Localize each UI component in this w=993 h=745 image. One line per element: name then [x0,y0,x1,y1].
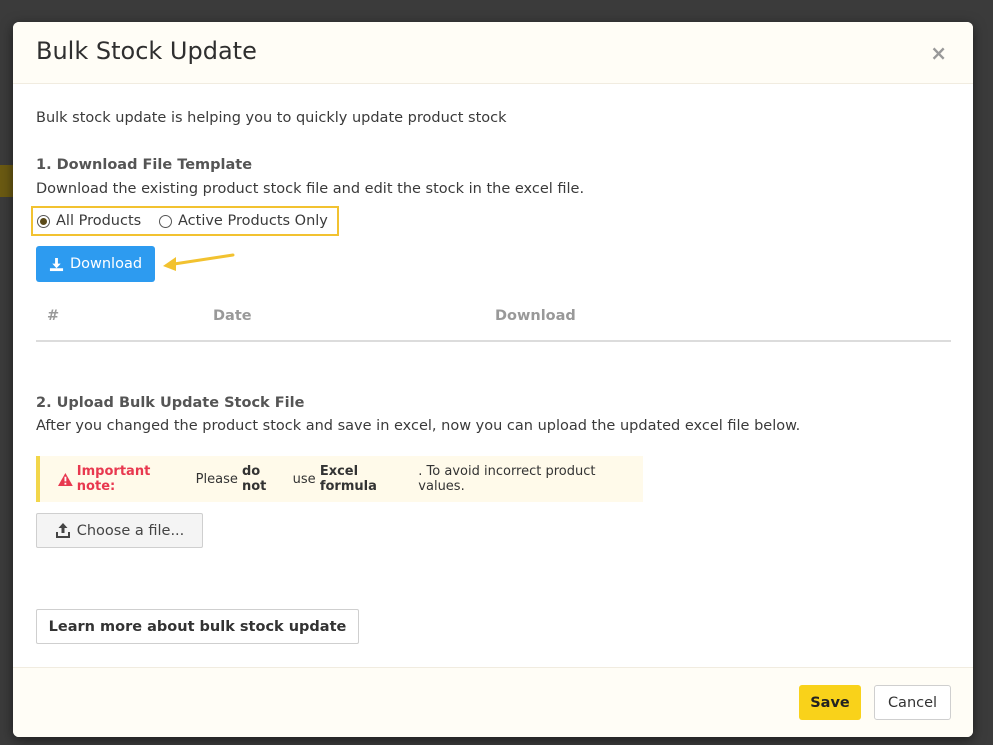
arrow-annotation [163,253,235,271]
radio-button-checked[interactable] [37,214,50,228]
modal-header: Bulk Stock Update × [13,22,973,84]
note-bold-2: Excel formula [319,464,377,494]
intro-text: Bulk stock update is helping you to quic… [36,110,507,126]
column-header-download: Download [495,308,576,324]
close-button[interactable]: × [930,41,947,65]
download-icon [49,257,64,271]
radio-button-unchecked[interactable] [159,214,172,228]
step2-description: After you changed the product stock and … [36,418,801,434]
radio-active-products-label: Active Products Only [178,213,328,229]
important-note: Important note: Please do not use Excel … [36,456,643,502]
warning-icon [58,472,73,486]
download-button-label: Download [69,256,143,272]
product-scope-radio-group: All Products Active Products Only [31,206,339,236]
choose-file-button[interactable]: Choose a file... [36,513,203,548]
note-text-1: Please [195,471,238,487]
column-header-date: Date [213,308,252,324]
note-label: Important note: [76,464,151,494]
backdrop-strip [0,165,13,197]
modal-title: Bulk Stock Update [36,37,257,65]
step2-title: 2. Upload Bulk Update Stock File [36,395,305,411]
note-bold-1: do not [242,464,267,494]
radio-all-products[interactable]: All Products [37,213,141,229]
upload-icon [55,522,70,538]
learn-more-button[interactable]: Learn more about bulk stock update [36,609,359,644]
downloads-table-header: # Date Download [36,300,951,342]
bulk-stock-update-modal: Bulk Stock Update × Bulk stock update is… [13,22,973,737]
choose-file-label: Choose a file... [76,522,185,539]
radio-active-products[interactable]: Active Products Only [159,213,328,229]
modal-footer: Save Cancel [13,667,973,737]
step1-description: Download the existing product stock file… [36,181,585,197]
save-button[interactable]: Save [799,685,861,720]
step1-title: 1. Download File Template [36,157,253,173]
note-text-3: . To avoid incorrect product values. [418,464,596,494]
note-text-2: use [292,471,316,487]
column-header-number: # [47,308,60,324]
download-button[interactable]: Download [36,246,155,282]
cancel-button[interactable]: Cancel [874,685,951,720]
radio-all-products-label: All Products [56,213,142,229]
